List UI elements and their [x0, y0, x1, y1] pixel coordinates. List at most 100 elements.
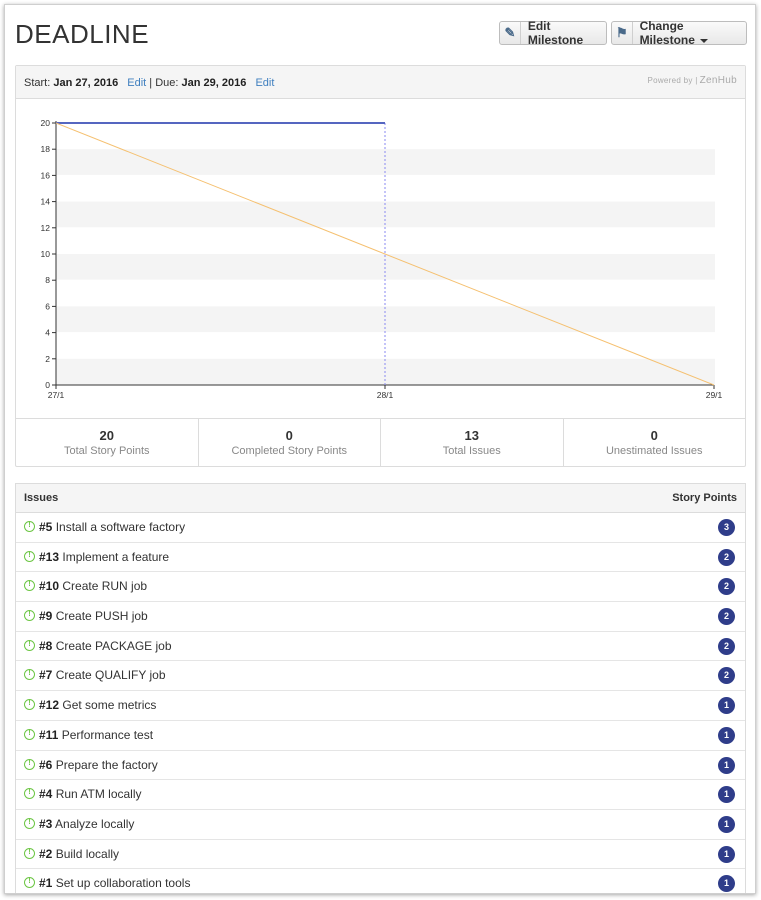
y-tick-label: 10: [41, 249, 51, 259]
story-points-heading: Story Points: [672, 492, 737, 504]
issue-row[interactable]: ! #5 Install a software factory 3: [16, 513, 745, 543]
issue-number: #13: [39, 549, 60, 564]
stat-value: 13: [464, 428, 479, 443]
due-date: Jan 29, 2016: [181, 77, 247, 89]
stat-value: 0: [285, 428, 293, 443]
issues-heading: Issues: [24, 492, 59, 504]
issue-text: #3 Analyze locally: [39, 817, 134, 831]
issue-text: #10 Create RUN job: [39, 579, 147, 593]
issue-row[interactable]: ! #6 Prepare the factory 1: [16, 751, 745, 781]
issue-title: Get some metrics: [59, 698, 157, 713]
x-tick-label: 27/1: [48, 390, 65, 400]
issue-title: Analyze locally: [52, 816, 135, 831]
issue-text: #9 Create PUSH job: [39, 609, 148, 623]
stat-label: Total Story Points: [63, 445, 150, 457]
powered-by-label: Powered by |: [647, 76, 698, 85]
issue-row[interactable]: ! #8 Create PACKAGE job 2: [16, 632, 745, 662]
issues-header: Issues Story Points: [16, 484, 745, 513]
story-points-badge: 1: [718, 845, 735, 863]
y-tick-label: 0: [45, 380, 50, 390]
y-tick-label: 18: [41, 144, 51, 154]
story-points-badge: 1: [718, 875, 735, 893]
issue-row[interactable]: ! #1 Set up collaboration tools 1: [16, 869, 745, 893]
issues-panel: Issues Story Points ! #5 Install a softwa…: [15, 483, 746, 893]
issue-number: #9: [39, 609, 53, 624]
stat-cell: 13 Total Issues: [381, 419, 564, 466]
burndown-chart: 0 2 4 6 8 10 12 14 16 18 20 27/1 28/1 29/1: [41, 118, 723, 400]
issue-text: #2 Build locally: [39, 847, 119, 861]
issue-text: #1 Set up collaboration tools: [39, 876, 190, 890]
stat-label: Total Issues: [442, 445, 501, 457]
y-tick-label: 20: [41, 118, 51, 128]
issue-row[interactable]: ! #10 Create RUN job 2: [16, 572, 745, 603]
zenhub-logo: ZenHub: [699, 75, 737, 86]
edit-milestone-button[interactable]: ✎ Edit Milestone: [499, 19, 607, 47]
issue-number: #12: [39, 698, 60, 713]
open-issue-icon: !: [24, 580, 35, 592]
stat-value: 20: [99, 428, 114, 443]
issue-title: Create PUSH job: [52, 609, 148, 624]
change-milestone-label: Change Milestone: [639, 19, 695, 47]
x-tick-label: 28/1: [377, 390, 394, 400]
issue-text: #11 Performance test: [39, 728, 153, 742]
issue-text: #12 Get some metrics: [39, 698, 156, 712]
issue-title: Create QUALIFY job: [52, 668, 166, 683]
story-points-badge: 2: [718, 667, 735, 685]
milestone-dates-bar: Start: Jan 27, 2016 Edit | Due: Jan 29, …: [16, 66, 745, 99]
issue-title: Set up collaboration tools: [52, 876, 191, 891]
story-points-badge: 3: [718, 519, 735, 536]
open-issue-icon: !: [24, 521, 35, 532]
issue-text: #4 Run ATM locally: [39, 787, 142, 801]
story-points-badge: 1: [718, 697, 735, 715]
issue-row[interactable]: ! #13 Implement a feature 2: [16, 543, 745, 573]
stat-cell: 20 Total Story Points: [16, 419, 199, 466]
burndown-panel: Start: Jan 27, 2016 Edit | Due: Jan 29, …: [15, 65, 746, 467]
open-issue-icon: !: [24, 788, 35, 800]
x-tick-label: 29/1: [706, 390, 723, 400]
page-title: DEADLINE: [15, 19, 150, 49]
story-points-badge: 1: [718, 756, 735, 774]
issue-row[interactable]: ! #7 Create QUALIFY job 2: [16, 661, 745, 692]
issues-list: ! #5 Install a software factory 3! #13 Impl…: [16, 513, 745, 893]
story-points-badge: 1: [718, 786, 735, 804]
story-points-badge: 1: [718, 726, 735, 744]
issue-title: Implement a feature: [59, 549, 170, 564]
stat-cell: 0 Completed Story Points: [199, 419, 381, 466]
issue-title: Install a software factory: [52, 520, 186, 534]
story-points-badge: 2: [718, 548, 735, 566]
issue-text: #13 Implement a feature: [39, 550, 169, 564]
issue-title: Create RUN job: [59, 579, 148, 594]
open-issue-icon: !: [24, 847, 35, 859]
open-issue-icon: !: [24, 610, 35, 622]
page-header: DEADLINE ✎ Edit Milestone ⚑ Change Miles…: [15, 13, 747, 53]
issue-number: #10: [39, 579, 60, 594]
story-points-badge: 2: [718, 578, 735, 596]
issue-row[interactable]: ! #9 Create PUSH job 2: [16, 602, 745, 632]
milestone-dates: Start: Jan 27, 2016 Edit | Due: Jan 29, …: [24, 77, 274, 89]
open-issue-icon: !: [24, 817, 35, 829]
issue-row[interactable]: ! #4 Run ATM locally 1: [16, 780, 745, 810]
issue-row[interactable]: ! #12 Get some metrics 1: [16, 691, 745, 721]
y-tick-label: 16: [41, 170, 51, 180]
issue-number: #4: [39, 787, 53, 802]
issue-row[interactable]: ! #3 Analyze locally 1: [16, 810, 745, 840]
issue-text: #7 Create QUALIFY job: [39, 668, 166, 682]
stat-value: 0: [650, 428, 658, 443]
open-issue-icon: !: [24, 639, 35, 651]
change-milestone-button[interactable]: ⚑ Change Milestone: [611, 19, 747, 47]
milestone-window: DEADLINE ✎ Edit Milestone ⚑ Change Miles…: [4, 4, 756, 894]
start-label: Start:: [24, 77, 51, 89]
edit-due-link[interactable]: Edit: [255, 77, 274, 89]
issue-text: #5 Install a software factory: [39, 520, 185, 534]
issue-row[interactable]: ! #2 Build locally 1: [16, 840, 745, 870]
edit-start-link[interactable]: Edit: [127, 77, 146, 89]
issue-number: #11: [39, 727, 59, 742]
issue-row[interactable]: ! #11 Performance test 1: [16, 721, 745, 751]
powered-by: Powered by | ZenHub: [647, 75, 737, 86]
edit-milestone-label: Edit Milestone: [527, 19, 584, 47]
signpost-icon: ⚑: [612, 22, 633, 44]
open-issue-icon: !: [24, 728, 35, 740]
y-tick-label: 8: [45, 275, 50, 285]
open-issue-icon: !: [24, 699, 35, 711]
stats-bar: 20 Total Story Points 0 Completed Story Poi…: [16, 418, 745, 466]
